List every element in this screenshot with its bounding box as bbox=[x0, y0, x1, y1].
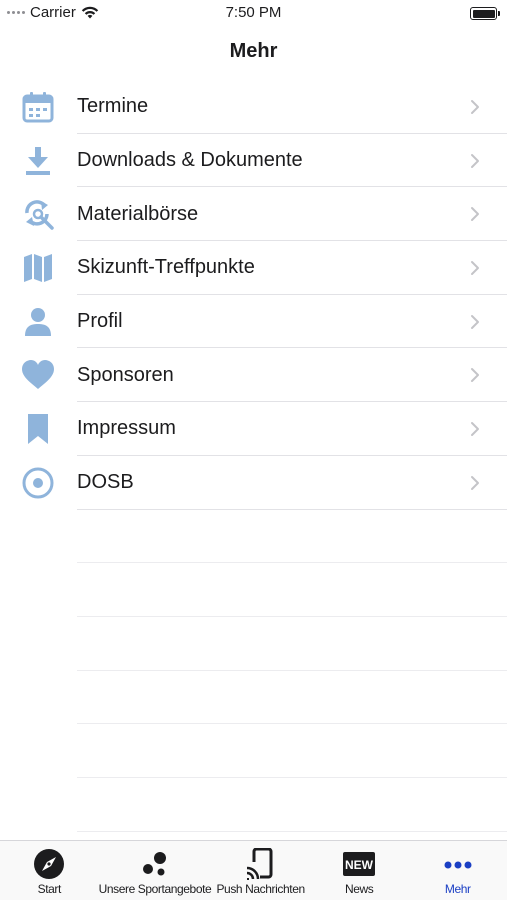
tab-label: News bbox=[344, 882, 374, 896]
tab-label: Push Nachrichten bbox=[216, 882, 305, 896]
menu-item-label: Impressum bbox=[77, 417, 176, 440]
new-badge-icon: NEW bbox=[342, 848, 376, 880]
page-title: Mehr bbox=[229, 40, 278, 62]
empty-list-row bbox=[0, 724, 507, 778]
person-icon bbox=[20, 304, 56, 340]
menu-item-profil[interactable]: Profil bbox=[0, 295, 507, 349]
map-icon bbox=[20, 250, 56, 286]
refresh-search-icon bbox=[20, 196, 56, 232]
tab-news[interactable]: NEW News bbox=[310, 841, 409, 900]
menu-item-label: Sponsoren bbox=[77, 363, 174, 386]
battery-icon bbox=[470, 7, 500, 20]
chevron-right-icon bbox=[471, 421, 479, 436]
menu-item-impressum[interactable]: Impressum bbox=[0, 402, 507, 456]
chevron-right-icon bbox=[471, 475, 479, 490]
chevron-right-icon bbox=[471, 99, 479, 114]
chevron-right-icon bbox=[471, 207, 479, 222]
calendar-icon bbox=[20, 89, 56, 125]
news-badge-text: NEW bbox=[345, 858, 374, 872]
empty-list-row bbox=[0, 563, 507, 617]
chevron-right-icon bbox=[471, 260, 479, 275]
empty-list-row bbox=[0, 617, 507, 671]
menu-item-label: Downloads & Dokumente bbox=[77, 149, 303, 172]
tab-label: Mehr bbox=[444, 882, 471, 896]
menu-item-label: DOSB bbox=[77, 471, 134, 494]
tab-label: Unsere Sportangebote bbox=[98, 882, 212, 896]
menu-item-materialboerse[interactable]: Materialbörse bbox=[0, 187, 507, 241]
menu-item-dosb[interactable]: DOSB bbox=[0, 456, 507, 510]
dots-cluster-icon bbox=[138, 848, 172, 880]
chevron-right-icon bbox=[471, 153, 479, 168]
more-dots-icon bbox=[441, 848, 475, 880]
tab-label: Start bbox=[37, 882, 62, 896]
menu-item-sponsoren[interactable]: Sponsoren bbox=[0, 348, 507, 402]
empty-list-row bbox=[0, 778, 507, 832]
tab-unsere-sportangebote[interactable]: Unsere Sportangebote bbox=[99, 841, 212, 900]
menu-item-label: Skizunft-Treffpunkte bbox=[77, 256, 255, 279]
status-bar: Carrier 7:50 PM bbox=[0, 0, 507, 28]
bookmark-icon bbox=[20, 411, 56, 447]
menu-item-downloads[interactable]: Downloads & Dokumente bbox=[0, 134, 507, 188]
menu-item-label: Profil bbox=[77, 310, 123, 333]
tab-push-nachrichten[interactable]: Push Nachrichten bbox=[211, 841, 310, 900]
tab-start[interactable]: Start bbox=[0, 841, 99, 900]
menu-item-label: Materialbörse bbox=[77, 202, 199, 225]
heart-icon bbox=[20, 357, 56, 393]
menu-item-termine[interactable]: Termine bbox=[0, 80, 507, 134]
chevron-right-icon bbox=[471, 314, 479, 329]
menu-list: Termine Downloads & Dokumente Materialbö… bbox=[0, 80, 507, 832]
target-icon bbox=[20, 465, 56, 501]
menu-item-skizunft-treffpunkte[interactable]: Skizunft-Treffpunkte bbox=[0, 241, 507, 295]
tab-bar: Start Unsere Sportangebote Push Nachrich… bbox=[0, 840, 507, 900]
tab-mehr[interactable]: Mehr bbox=[408, 841, 507, 900]
empty-list-row bbox=[0, 510, 507, 564]
chevron-right-icon bbox=[471, 368, 479, 383]
compass-icon bbox=[32, 848, 66, 880]
download-icon bbox=[20, 143, 56, 179]
menu-item-label: Termine bbox=[77, 95, 149, 118]
status-time: 7:50 PM bbox=[225, 4, 282, 21]
cast-icon bbox=[244, 848, 278, 880]
empty-list-row bbox=[0, 671, 507, 725]
